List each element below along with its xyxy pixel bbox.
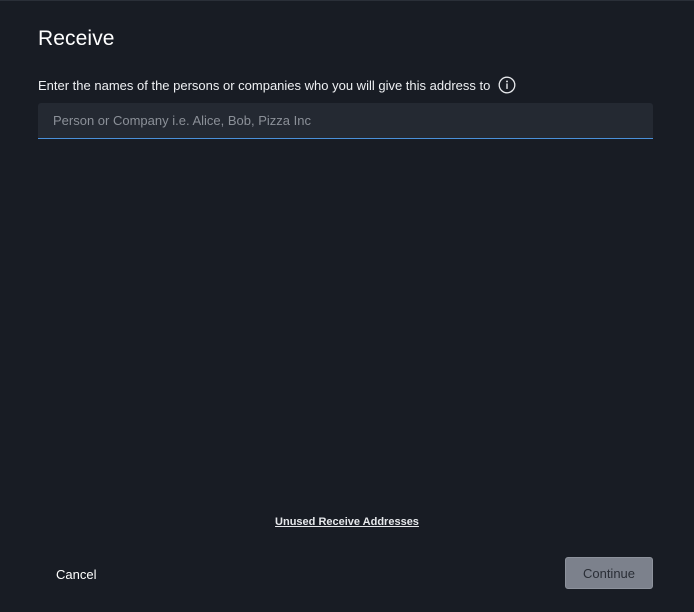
recipient-prompt: Enter the names of the persons or compan… [38, 77, 491, 93]
dialog-title: Receive [38, 27, 115, 50]
info-icon[interactable] [498, 76, 516, 94]
recipient-input-wrapper [38, 103, 653, 139]
info-circle-icon [498, 76, 516, 94]
continue-button[interactable]: Continue [565, 557, 653, 589]
cancel-button[interactable]: Cancel [40, 558, 112, 590]
unused-receive-addresses-link[interactable]: Unused Receive Addresses [275, 516, 419, 528]
prompt-row: Enter the names of the persons or compan… [38, 75, 516, 95]
unused-addresses-row: Unused Receive Addresses [0, 516, 694, 528]
receive-dialog: Receive Enter the names of the persons o… [0, 0, 694, 612]
recipient-name-input[interactable] [38, 103, 653, 138]
